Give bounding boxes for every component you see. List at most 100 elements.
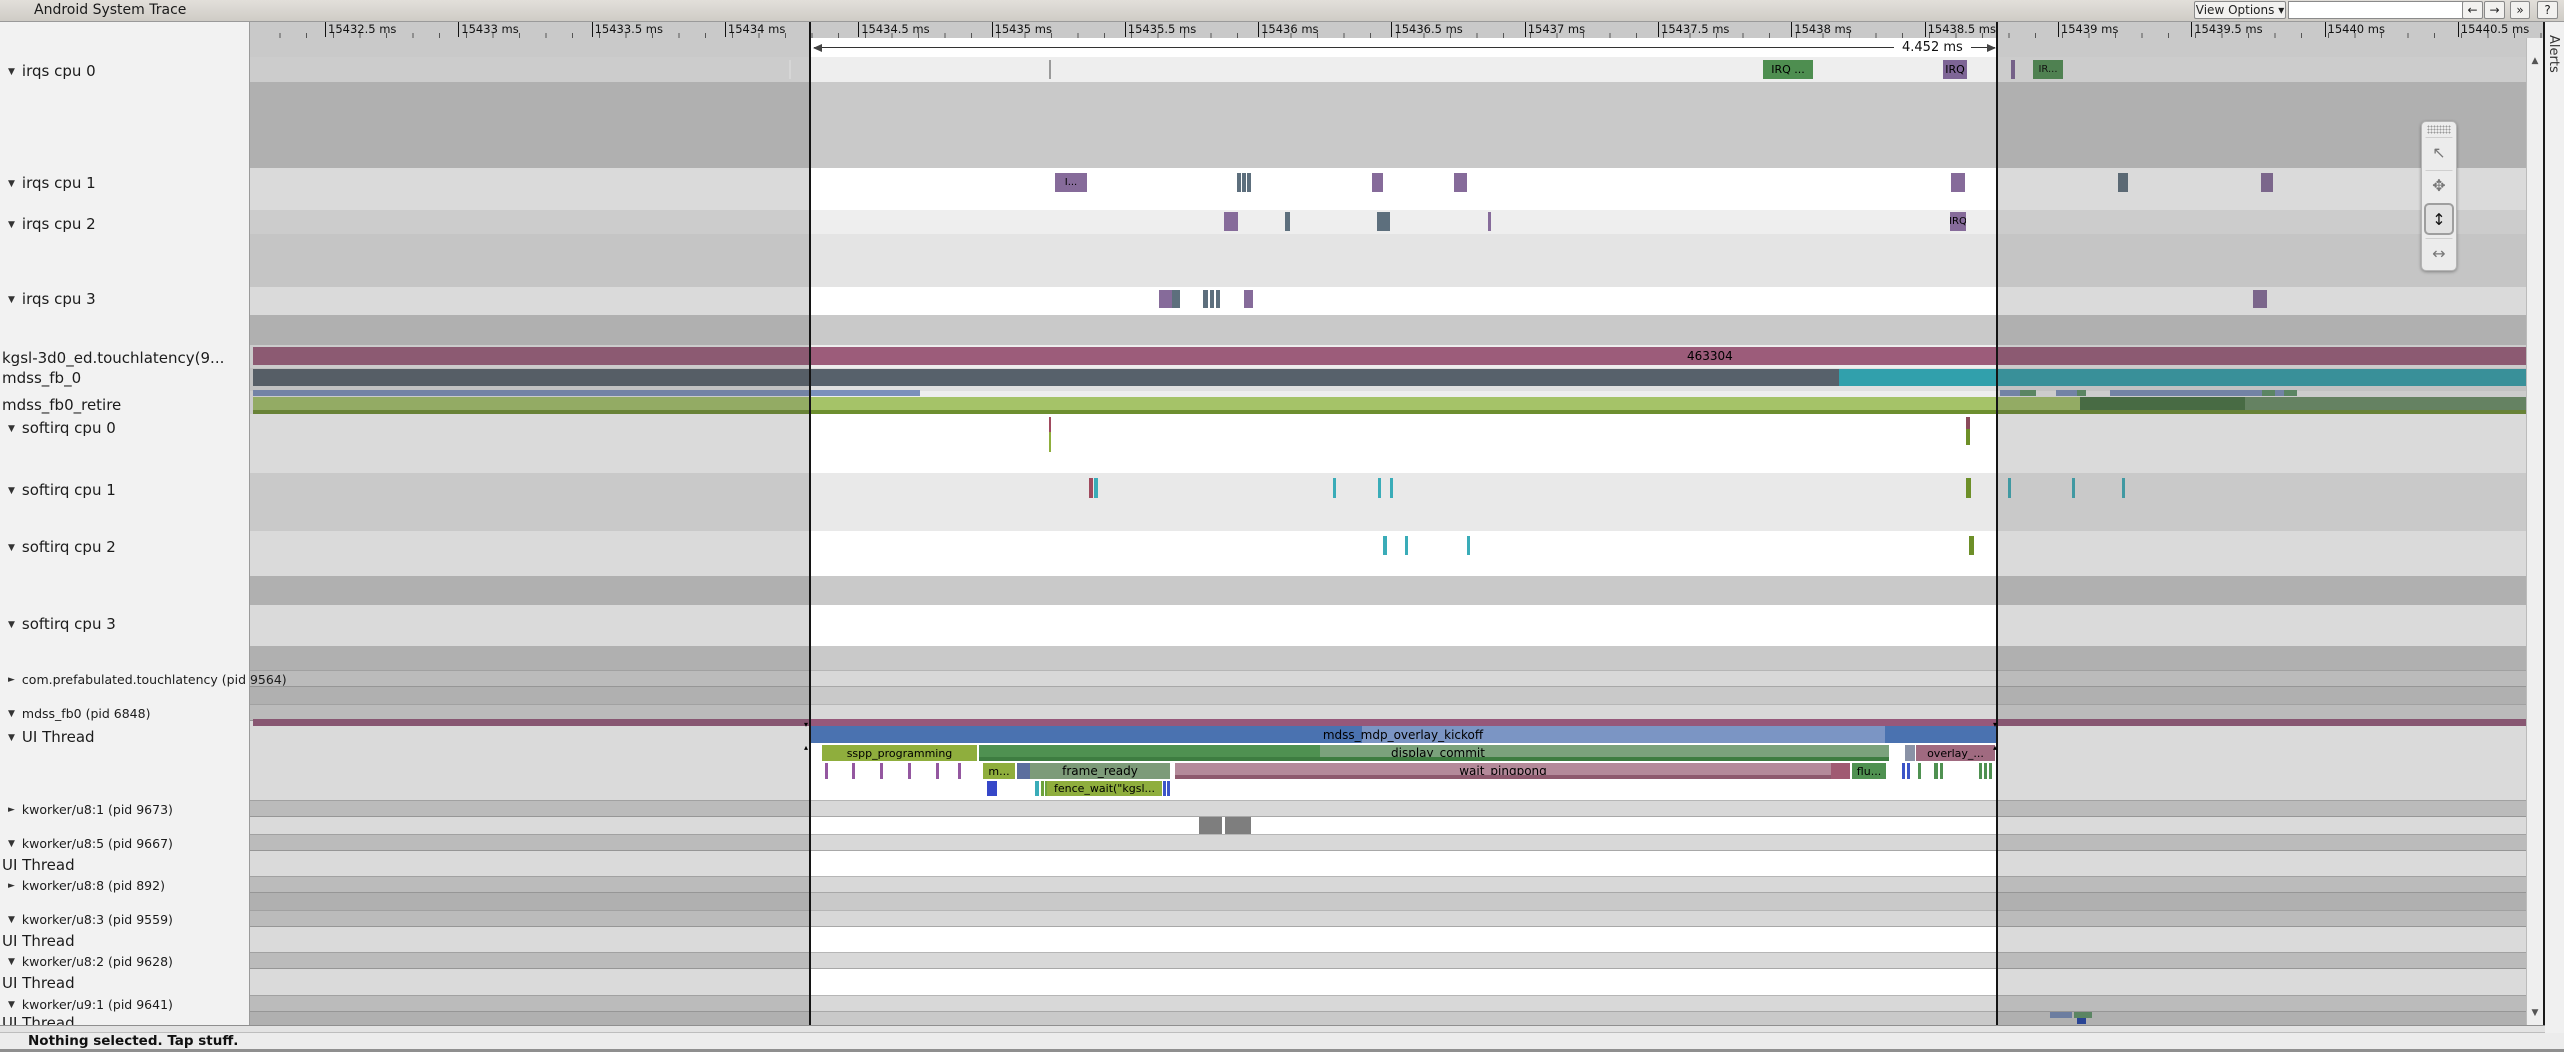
trace-slice-flu-[interactable]: flu...: [1852, 763, 1886, 779]
trace-event[interactable]: [1934, 763, 1938, 779]
trace-event[interactable]: [1454, 173, 1467, 192]
expanded-arrow-icon[interactable]: ▼: [8, 220, 15, 230]
sidebar-item-ui-thread[interactable]: UI Thread: [2, 974, 75, 992]
sidebar-item-softirq-cpu-0[interactable]: ▼softirq cpu 0: [8, 419, 116, 437]
trace-event[interactable]: [1035, 781, 1039, 796]
trace-event[interactable]: [1199, 817, 1222, 834]
trace-event[interactable]: [987, 781, 997, 796]
sidebar-item-kworker-u8-1-pid-9673-[interactable]: ►kworker/u8:1 (pid 9673): [8, 802, 173, 817]
help-button[interactable]: ?: [2537, 1, 2558, 19]
expanded-arrow-icon[interactable]: ▼: [8, 67, 15, 77]
nav-skip-button[interactable]: »: [2510, 1, 2530, 19]
timing-measure-tool-button[interactable]: ↔: [2425, 238, 2453, 268]
expanded-arrow-icon[interactable]: ▼: [8, 424, 15, 434]
trace-event[interactable]: [1918, 763, 1921, 779]
trace-event[interactable]: [1210, 290, 1214, 308]
trace-event[interactable]: [1984, 763, 1987, 779]
sidebar-item-kworker-u8-3-pid-9559-[interactable]: ▼kworker/u8:3 (pid 9559): [8, 912, 173, 927]
expanded-arrow-icon[interactable]: ▼: [8, 709, 15, 719]
sidebar-item-com-prefabulated-touchlatency-pid-9564-[interactable]: ►com.prefabulated.touchlatency (pid 9564…: [8, 672, 287, 687]
collapsed-arrow-icon[interactable]: ►: [8, 881, 15, 891]
pointer-tool-button[interactable]: ↖: [2425, 137, 2453, 167]
trace-event[interactable]: [1225, 817, 1251, 834]
trace-event[interactable]: [1831, 763, 1850, 779]
trace-event[interactable]: [979, 757, 1889, 761]
trace-event[interactable]: [1089, 478, 1093, 498]
sidebar-item-kworker-u8-2-pid-9628-[interactable]: ▼kworker/u8:2 (pid 9628): [8, 954, 173, 969]
scroll-down-icon[interactable]: ▼: [2529, 1008, 2541, 1018]
palette-grip-icon[interactable]: [2427, 125, 2451, 134]
sidebar-item-kworker-u8-5-pid-9667-[interactable]: ▼kworker/u8:5 (pid 9667): [8, 836, 173, 851]
sidebar-item-mdss-fb-0[interactable]: mdss_fb_0: [2, 369, 81, 387]
selection-start-line[interactable]: [809, 21, 811, 1028]
zoom-vertical-tool-button[interactable]: ↕: [2424, 203, 2454, 235]
trace-slice-m-[interactable]: m...: [983, 763, 1015, 779]
sidebar-item-softirq-cpu-2[interactable]: ▼softirq cpu 2: [8, 538, 116, 556]
trace-event[interactable]: [1488, 212, 1491, 231]
trace-event[interactable]: [1467, 536, 1470, 555]
expanded-arrow-icon[interactable]: ▼: [8, 915, 15, 925]
trace-event[interactable]: [1159, 290, 1172, 308]
alerts-tab[interactable]: Alerts: [2545, 21, 2564, 1052]
trace-slice-irq[interactable]: IRQ: [1950, 212, 1966, 231]
collapsed-arrow-icon[interactable]: ►: [8, 805, 15, 815]
trace-slice-i-[interactable]: I...: [1055, 173, 1087, 192]
sidebar-item-mdss-fb0-retire[interactable]: mdss_fb0_retire: [2, 396, 121, 414]
trace-event[interactable]: [1979, 763, 1982, 779]
nav-forward-button[interactable]: →: [2484, 1, 2505, 19]
trace-event[interactable]: [1017, 763, 1030, 779]
trace-event[interactable]: [1237, 173, 1241, 192]
sidebar-item-softirq-cpu-1[interactable]: ▼softirq cpu 1: [8, 481, 116, 499]
trace-event[interactable]: [1224, 212, 1238, 231]
trace-event[interactable]: [1203, 290, 1208, 308]
trace-slice-overlay-[interactable]: overlay_...: [1916, 745, 1995, 761]
trace-slice-irq-[interactable]: IRQ ...: [1763, 60, 1813, 79]
trace-event[interactable]: [1905, 745, 1915, 761]
trace-event[interactable]: [1247, 173, 1251, 192]
search-input[interactable]: [2288, 1, 2466, 19]
sidebar-item-irqs-cpu-3[interactable]: ▼irqs cpu 3: [8, 290, 96, 308]
trace-slice-mdss-mdp-overlay-kickoff[interactable]: mdss_mdp_overlay_kickoff: [810, 726, 1996, 743]
trace-event[interactable]: [1940, 763, 1943, 779]
trace-event[interactable]: [852, 763, 855, 779]
sidebar-item-ui-thread[interactable]: UI Thread: [2, 856, 75, 874]
sidebar-item-ui-thread[interactable]: ▼UI Thread: [8, 728, 95, 746]
trace-event[interactable]: [825, 763, 828, 779]
trace-event[interactable]: [1244, 290, 1253, 308]
trace-event[interactable]: [1372, 173, 1383, 192]
trace-slice-irq[interactable]: IRQ: [1943, 60, 1967, 79]
expanded-arrow-icon[interactable]: ▼: [8, 957, 15, 967]
selection-end-line[interactable]: [1996, 21, 1998, 1028]
trace-event[interactable]: [1907, 763, 1910, 779]
trace-event[interactable]: [1167, 781, 1170, 796]
sidebar-item-kworker-u9-1-pid-9641-[interactable]: ▼kworker/u9:1 (pid 9641): [8, 997, 173, 1012]
vertical-scrollbar[interactable]: ▲ ▼: [2526, 38, 2544, 1025]
trace-event[interactable]: [936, 763, 939, 779]
expanded-arrow-icon[interactable]: ▼: [8, 839, 15, 849]
trace-slice-frame-ready[interactable]: frame_ready: [1030, 763, 1170, 779]
trace-event[interactable]: [1094, 478, 1098, 498]
trace-event[interactable]: [1405, 536, 1408, 555]
trace-event[interactable]: [1285, 212, 1290, 231]
trace-event[interactable]: [1989, 763, 1992, 779]
expanded-arrow-icon[interactable]: ▼: [8, 543, 15, 553]
trace-event[interactable]: [1049, 417, 1051, 432]
trace-event[interactable]: [1902, 763, 1905, 779]
sidebar-item-kworker-u8-8-pid-892-[interactable]: ►kworker/u8:8 (pid 892): [8, 878, 165, 893]
trace-event[interactable]: [1242, 173, 1246, 192]
expanded-arrow-icon[interactable]: ▼: [8, 733, 15, 743]
trace-event[interactable]: [1951, 173, 1965, 192]
trace-event[interactable]: [880, 763, 883, 779]
sidebar-item-ui-thread[interactable]: UI Thread: [2, 932, 75, 950]
sidebar-item-irqs-cpu-1[interactable]: ▼irqs cpu 1: [8, 174, 96, 192]
trace-event[interactable]: [1049, 60, 1051, 79]
scroll-up-icon[interactable]: ▲: [2529, 56, 2541, 66]
trace-event[interactable]: [1333, 478, 1336, 498]
sidebar-item-irqs-cpu-2[interactable]: ▼irqs cpu 2: [8, 215, 96, 233]
view-options-button[interactable]: View Options ▾: [2194, 1, 2286, 19]
expanded-arrow-icon[interactable]: ▼: [8, 179, 15, 189]
trace-event[interactable]: [1175, 775, 1831, 779]
trace-slice-sspp-programming[interactable]: sspp_programming: [822, 745, 977, 761]
trace-event[interactable]: [908, 763, 911, 779]
trace-event[interactable]: [1969, 536, 1974, 555]
